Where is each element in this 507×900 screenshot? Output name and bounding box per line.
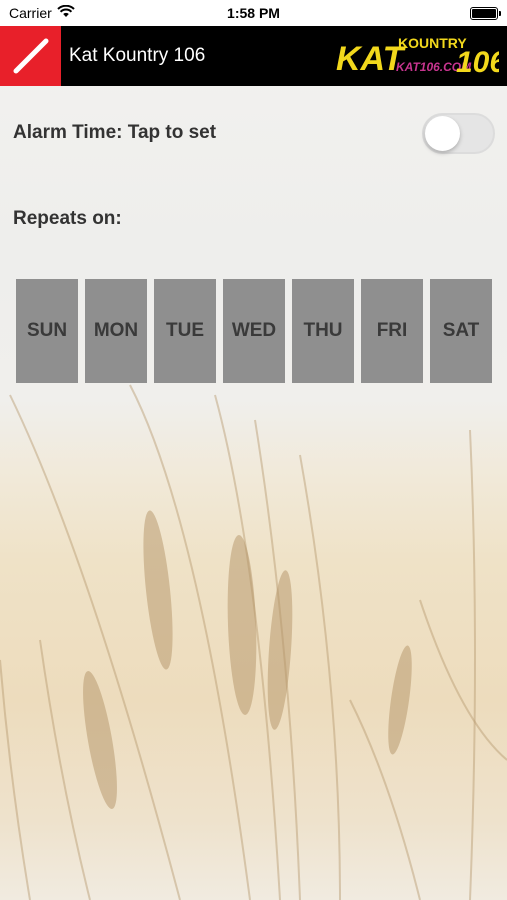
wifi-icon xyxy=(57,4,75,21)
day-buttons: SUN MON TUE WED THU FRI SAT xyxy=(16,279,492,383)
edit-button[interactable] xyxy=(0,26,61,86)
battery-icon xyxy=(470,6,501,20)
status-time: 1:58 PM xyxy=(227,5,280,21)
day-button-sun[interactable]: SUN xyxy=(16,279,78,383)
pencil-icon xyxy=(13,38,48,74)
logo-number-text: 106 xyxy=(456,46,499,79)
status-bar: Carrier 1:58 PM xyxy=(0,0,507,26)
day-button-sat[interactable]: SAT xyxy=(430,279,492,383)
station-logo: KAT KOUNTRY KAT106.COM 106 xyxy=(334,26,506,86)
alarm-toggle[interactable] xyxy=(422,112,495,154)
alarm-time-label[interactable]: Alarm Time: Tap to set xyxy=(13,122,216,144)
toggle-knob xyxy=(425,115,460,151)
day-button-tue[interactable]: TUE xyxy=(154,279,216,383)
repeats-label: Repeats on: xyxy=(13,208,122,229)
day-button-wed[interactable]: WED xyxy=(223,279,285,383)
day-button-thu[interactable]: THU xyxy=(292,279,354,383)
carrier-label: Carrier xyxy=(9,5,52,21)
day-button-mon[interactable]: MON xyxy=(85,279,147,383)
page-title: Kat Kountry 106 xyxy=(69,45,206,66)
alarm-row: Alarm Time: Tap to set xyxy=(13,112,495,154)
nav-bar: Kat Kountry 106 KAT KOUNTRY KAT106.COM 1… xyxy=(0,26,507,86)
day-button-fri[interactable]: FRI xyxy=(361,279,423,383)
